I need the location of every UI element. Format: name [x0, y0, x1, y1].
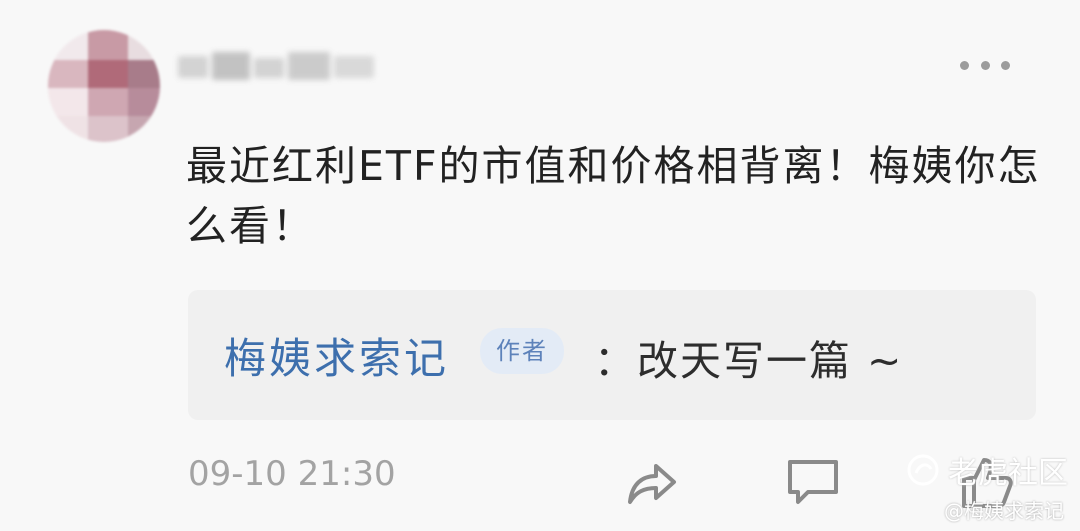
more-icon[interactable] [960, 58, 1010, 72]
author-badge: 作者 [480, 328, 564, 374]
share-button[interactable] [620, 452, 680, 512]
comment-text: 最近红利ETF的市值和价格相背离！梅姨你怎么看！ [186, 142, 1041, 250]
comment-card: 最近红利ETF的市值和价格相背离！梅姨你怎么看！ 梅姨求索记 作者 ：改天写一篇… [0, 0, 1080, 531]
more-dot [980, 60, 990, 70]
user-avatar[interactable] [48, 30, 160, 142]
watermark-site-text: 老虎社区 [948, 456, 1068, 491]
watermark-handle: @梅姨求索记 [944, 499, 1064, 523]
timestamp: 09-10 21:30 [188, 454, 396, 494]
share-icon [628, 464, 676, 504]
author-reply[interactable]: 梅姨求索记 作者 ：改天写一篇 ~ [188, 290, 1036, 420]
watermark-site: 老虎社区 [906, 448, 1068, 492]
reply-button[interactable] [784, 452, 844, 512]
reply-author-link[interactable]: 梅姨求索记 [224, 325, 449, 386]
username-blurred[interactable] [178, 48, 378, 88]
reply-text: ：改天写一篇 ~ [594, 337, 904, 385]
more-dot [1001, 60, 1010, 70]
comment-icon [788, 460, 838, 504]
tiger-logo-icon [907, 454, 939, 486]
more-dot [960, 60, 969, 70]
